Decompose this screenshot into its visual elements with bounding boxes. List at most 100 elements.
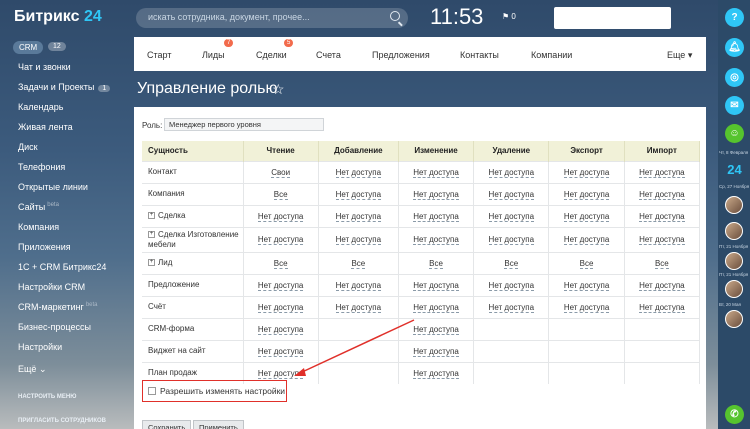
permission-value[interactable]: Свои	[271, 167, 291, 178]
permission-value[interactable]: Все	[273, 189, 288, 200]
permission-value[interactable]: Нет доступа	[335, 302, 382, 313]
avatar[interactable]	[725, 222, 743, 240]
permission-value[interactable]: Все	[273, 258, 288, 269]
permission-value[interactable]: Нет доступа	[639, 189, 685, 200]
open-lines-icon[interactable]: ◎	[725, 68, 744, 87]
tab-companies[interactable]: Компании	[531, 50, 572, 60]
user-profile-redacted[interactable]	[554, 7, 671, 29]
tab-leads[interactable]: Лиды 7	[202, 39, 234, 60]
permission-value[interactable]: Нет доступа	[257, 324, 304, 335]
menu-item-apps[interactable]: Приложения	[18, 242, 71, 252]
permission-value[interactable]: Нет доступа	[257, 211, 304, 222]
permission-value[interactable]: Нет доступа	[413, 189, 459, 200]
chat-icon[interactable]: ✉	[725, 96, 744, 115]
bell-icon[interactable]: 🔔︎	[725, 38, 744, 57]
avatar[interactable]	[725, 252, 743, 270]
menu-item-crm-marketing[interactable]: CRM-маркетинг beta	[18, 302, 98, 312]
permission-value[interactable]: Все	[351, 258, 366, 269]
clock[interactable]: 11:53	[430, 4, 483, 30]
menu-item-settings[interactable]: Настройки	[18, 342, 62, 352]
tab-more[interactable]: Еще ▾	[667, 50, 692, 61]
permission-value[interactable]: Нет доступа	[257, 235, 304, 245]
permission-value[interactable]: Нет доступа	[335, 280, 382, 291]
menu-item-crm[interactable]: CRM	[13, 41, 44, 54]
permission-value[interactable]: Нет доступа	[257, 280, 304, 291]
menu-item-feed[interactable]: Живая лента	[18, 122, 73, 132]
help-icon[interactable]: ?	[725, 8, 744, 27]
permission-value[interactable]: Все	[654, 258, 669, 269]
apply-button[interactable]: Применить	[193, 420, 244, 429]
permission-value[interactable]: Нет доступа	[413, 324, 459, 335]
star-icon[interactable]: ☆	[272, 81, 285, 98]
tab-contacts[interactable]: Контакты	[460, 50, 499, 60]
permission-value[interactable]: Нет доступа	[488, 189, 535, 200]
tab-invoices[interactable]: Счета	[316, 50, 341, 60]
tab-quotes[interactable]: Предложения	[372, 50, 430, 60]
bitrix-logo[interactable]: Битрикс 24	[14, 8, 102, 26]
invite-link[interactable]: ПРИГЛАСИТЬ СОТРУДНИКОВ	[18, 418, 106, 424]
permission-value[interactable]: Нет доступа	[488, 167, 535, 178]
permission-value[interactable]: Нет доступа	[413, 235, 459, 245]
permission-value[interactable]: Нет доступа	[488, 302, 535, 313]
permission-value[interactable]: Все	[429, 258, 443, 269]
permission-value[interactable]: Нет доступа	[257, 368, 304, 379]
permission-value[interactable]: Нет доступа	[335, 235, 382, 245]
avatar[interactable]	[725, 280, 743, 298]
search-icon[interactable]	[390, 11, 400, 21]
menu-item-telephony[interactable]: Телефония	[18, 162, 65, 172]
permission-value[interactable]: Нет доступа	[563, 280, 610, 291]
allow-settings-label[interactable]: Разрешить изменять настройки	[160, 386, 285, 396]
permission-value[interactable]: Нет доступа	[413, 368, 459, 379]
menu-item-bizproc[interactable]: Бизнес-процессы	[18, 322, 91, 332]
permission-value[interactable]: Нет доступа	[563, 211, 610, 222]
permission-value[interactable]: Нет доступа	[563, 189, 610, 200]
permission-value[interactable]: Нет доступа	[257, 346, 304, 357]
bot-icon[interactable]: ☺	[725, 124, 744, 143]
permission-value[interactable]: Нет доступа	[639, 167, 685, 178]
save-button[interactable]: Сохранить	[142, 420, 192, 429]
tab-start[interactable]: Старт	[147, 50, 171, 60]
permission-value[interactable]: Нет доступа	[563, 302, 610, 313]
menu-item-company[interactable]: Компания	[18, 222, 59, 232]
avatar[interactable]	[725, 196, 743, 214]
expand-icon[interactable]: +	[148, 259, 155, 267]
permission-value[interactable]: Нет доступа	[413, 346, 459, 357]
tab-deals[interactable]: Сделки 5	[256, 39, 294, 60]
permission-value[interactable]: Все	[579, 258, 594, 269]
allow-settings-checkbox[interactable]	[148, 387, 156, 395]
permission-value[interactable]: Нет доступа	[639, 211, 685, 222]
menu-item-tasks[interactable]: Задачи и Проекты 1	[18, 82, 111, 92]
permission-value[interactable]: Нет доступа	[488, 211, 535, 222]
menu-item-disk[interactable]: Диск	[18, 142, 38, 152]
phone-icon[interactable]: ✆	[725, 405, 744, 424]
setup-menu-link[interactable]: НАСТРОИТЬ МЕНЮ	[18, 394, 76, 400]
permission-value[interactable]: Нет доступа	[488, 280, 535, 291]
permission-value[interactable]: Нет доступа	[563, 167, 610, 178]
avatar[interactable]	[725, 310, 743, 328]
permission-value[interactable]: Нет доступа	[413, 302, 459, 313]
menu-item-chat[interactable]: Чат и звонки	[18, 62, 71, 72]
permission-value[interactable]: Нет доступа	[639, 280, 685, 291]
permission-value[interactable]: Нет доступа	[488, 235, 535, 245]
menu-item-1c[interactable]: 1С + CRM Битрикс24	[18, 262, 106, 272]
expand-icon[interactable]: +	[148, 212, 155, 220]
permission-value[interactable]: Нет доступа	[413, 211, 459, 222]
menu-item-crm-settings[interactable]: Настройки CRM	[18, 282, 85, 292]
menu-item-calendar[interactable]: Календарь	[18, 102, 63, 112]
menu-item-sites[interactable]: Сайты beta	[18, 202, 59, 212]
expand-icon[interactable]: +	[148, 230, 155, 238]
role-name-input[interactable]	[164, 118, 324, 131]
menu-item-open-lines[interactable]: Открытые линии	[18, 182, 88, 192]
permission-value[interactable]: Нет доступа	[335, 189, 382, 200]
permission-value[interactable]: Нет доступа	[413, 280, 459, 291]
menu-item-more[interactable]: Ещё ⌄	[18, 364, 46, 375]
permission-value[interactable]: Нет доступа	[563, 235, 610, 245]
permission-value[interactable]: Нет доступа	[639, 235, 685, 245]
permission-value[interactable]: Нет доступа	[257, 302, 304, 313]
permission-value[interactable]: Нет доступа	[639, 302, 685, 313]
permission-value[interactable]: Все	[504, 258, 519, 269]
permission-value[interactable]: Нет доступа	[335, 167, 382, 178]
permission-value[interactable]: Нет доступа	[335, 211, 382, 222]
bitrix24-icon[interactable]: 24	[725, 160, 744, 179]
search-input[interactable]: искать сотрудника, документ, прочее...	[136, 8, 408, 28]
